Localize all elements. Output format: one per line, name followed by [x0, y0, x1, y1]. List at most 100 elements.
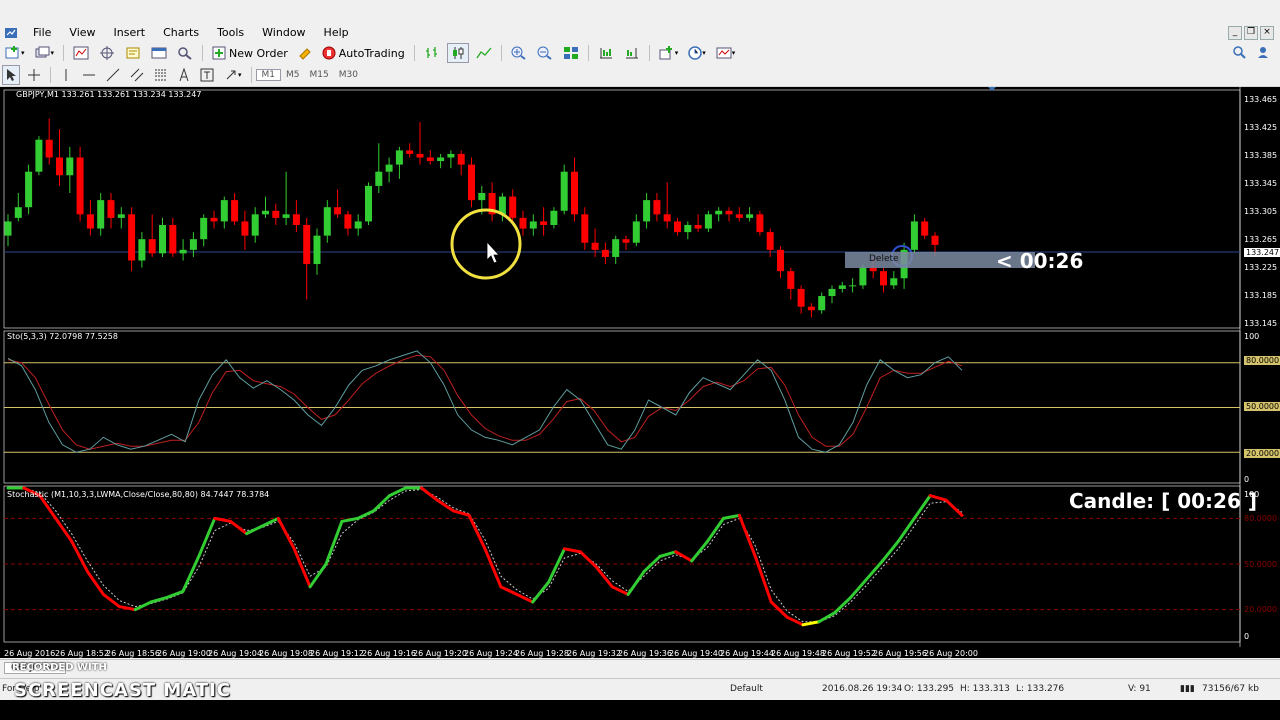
stochastic-level-50: 50.0000	[1244, 560, 1278, 569]
candle-body	[591, 242, 599, 250]
candle-body	[159, 224, 166, 254]
candle-body	[323, 207, 331, 236]
community-icon[interactable]	[1256, 45, 1270, 62]
menu-tools[interactable]: Tools	[208, 24, 253, 42]
autotrading-button[interactable]: AutoTrading	[319, 43, 408, 63]
text-label-button[interactable]	[197, 65, 217, 85]
zoom-out-button[interactable]	[534, 43, 556, 63]
timeframe-m1[interactable]: M1	[255, 69, 282, 81]
time-axis-label: 26 Aug 2016	[4, 649, 56, 658]
strategy-tester-button[interactable]	[174, 43, 196, 63]
auto-scroll-button[interactable]	[595, 43, 617, 63]
close-icon[interactable]: ×	[1260, 26, 1274, 40]
restore-icon[interactable]: ❐	[1244, 26, 1258, 40]
candle-body	[447, 153, 455, 158]
terminal-button[interactable]	[148, 43, 170, 63]
chart-window[interactable]	[0, 87, 1280, 658]
menu-help[interactable]: Help	[315, 24, 358, 42]
candle-body	[385, 164, 393, 172]
candle-body	[560, 171, 568, 211]
time-axis-label: 26 Aug 19:00	[157, 649, 211, 658]
timeframe-m5[interactable]: M5	[281, 70, 305, 80]
status-datetime: 2016.08.26 19:34	[822, 684, 903, 694]
candle-timer: Candle: [ 00:26 ]	[1069, 489, 1257, 513]
candle-body	[97, 200, 105, 229]
market-watch-button[interactable]	[70, 43, 92, 63]
candle-body	[303, 224, 311, 265]
timeframe-m30[interactable]: M30	[334, 70, 363, 80]
candle-body	[797, 288, 805, 307]
stochastic-main-segment	[117, 605, 137, 612]
candle-body	[601, 249, 609, 257]
candle-body	[540, 221, 548, 225]
menu-charts[interactable]: Charts	[154, 24, 208, 42]
templates-button[interactable]: ▾	[713, 43, 739, 63]
tile-windows-button[interactable]	[560, 43, 582, 63]
horizontal-line-button[interactable]	[79, 65, 99, 85]
trendline-button[interactable]	[103, 65, 123, 85]
candle-body	[550, 210, 558, 225]
fibonacci-button[interactable]	[151, 65, 171, 85]
price-tick: 133.345	[1244, 179, 1278, 188]
stochastic-main-segment	[626, 570, 646, 596]
stochastic-main-segment	[674, 550, 694, 563]
cursor-button[interactable]	[2, 65, 20, 85]
metaeditor-button[interactable]	[295, 43, 315, 63]
candle-body	[220, 200, 228, 222]
candle-body	[787, 271, 795, 289]
candle-body	[519, 217, 527, 229]
menu-view[interactable]: View	[60, 24, 104, 42]
autotrading-icon	[322, 46, 336, 60]
minimize-icon[interactable]: _	[1228, 26, 1242, 40]
stochastic-main-segment	[340, 516, 360, 523]
candle-body	[262, 210, 269, 215]
price-chart[interactable]	[0, 87, 1280, 658]
periods-button[interactable]: ▾	[685, 43, 709, 63]
sto-indicator-label: Sto(5,3,3) 72.0798 77.5258	[7, 332, 118, 341]
time-axis-label: 26 Aug 19:56	[873, 649, 927, 658]
menu-window[interactable]: Window	[253, 24, 314, 42]
chart-shift-marker	[988, 87, 996, 91]
chart-shift-button[interactable]	[621, 43, 643, 63]
profiles-button[interactable]: ▾	[32, 43, 58, 63]
new-order-icon	[212, 46, 226, 60]
zoom-in-button[interactable]	[508, 43, 530, 63]
candlestick-button[interactable]	[446, 43, 469, 63]
stochastic-main-segment	[563, 547, 582, 554]
navigator-button[interactable]	[122, 43, 144, 63]
bar-chart-button[interactable]	[421, 43, 443, 63]
data-window-button[interactable]	[96, 43, 118, 63]
autotrading-label: AutoTrading	[338, 46, 405, 60]
candle-body	[777, 249, 784, 272]
candle-body	[56, 157, 63, 176]
new-order-button[interactable]: New Order	[209, 43, 291, 63]
menu-file[interactable]: File	[24, 24, 60, 42]
candlestick-icon	[452, 47, 464, 59]
candle-body	[14, 207, 22, 218]
delete-label[interactable]: Delete	[869, 254, 899, 264]
crosshair-button[interactable]	[24, 65, 44, 85]
menu-insert[interactable]: Insert	[105, 24, 155, 42]
arrows-button[interactable]: ▾	[221, 65, 245, 85]
stochastic-main-segment	[928, 494, 948, 502]
bottom-strip	[0, 700, 1280, 720]
timeframe-m15[interactable]: M15	[305, 70, 334, 80]
indicators-button[interactable]: ▾	[656, 43, 682, 63]
stochastic-main-segment	[881, 539, 900, 563]
text-button[interactable]	[175, 65, 193, 85]
time-axis-label: 26 Aug 19:12	[310, 649, 364, 658]
arrows-icon	[226, 70, 236, 80]
candle-body	[849, 285, 857, 287]
time-axis-label: 26 Aug 19:04	[208, 649, 262, 658]
candle-body	[189, 239, 197, 250]
vertical-line-button[interactable]	[57, 65, 75, 85]
candle-body	[581, 214, 589, 243]
new-chart-button[interactable]: ▾	[2, 43, 28, 63]
candle-body	[66, 157, 74, 176]
app-icon[interactable]	[4, 26, 18, 40]
candle-body	[818, 296, 826, 311]
candle-body	[334, 207, 342, 215]
equidistant-channel-button[interactable]	[127, 65, 147, 85]
line-chart-button[interactable]	[473, 43, 495, 63]
search-icon[interactable]	[1232, 45, 1246, 62]
